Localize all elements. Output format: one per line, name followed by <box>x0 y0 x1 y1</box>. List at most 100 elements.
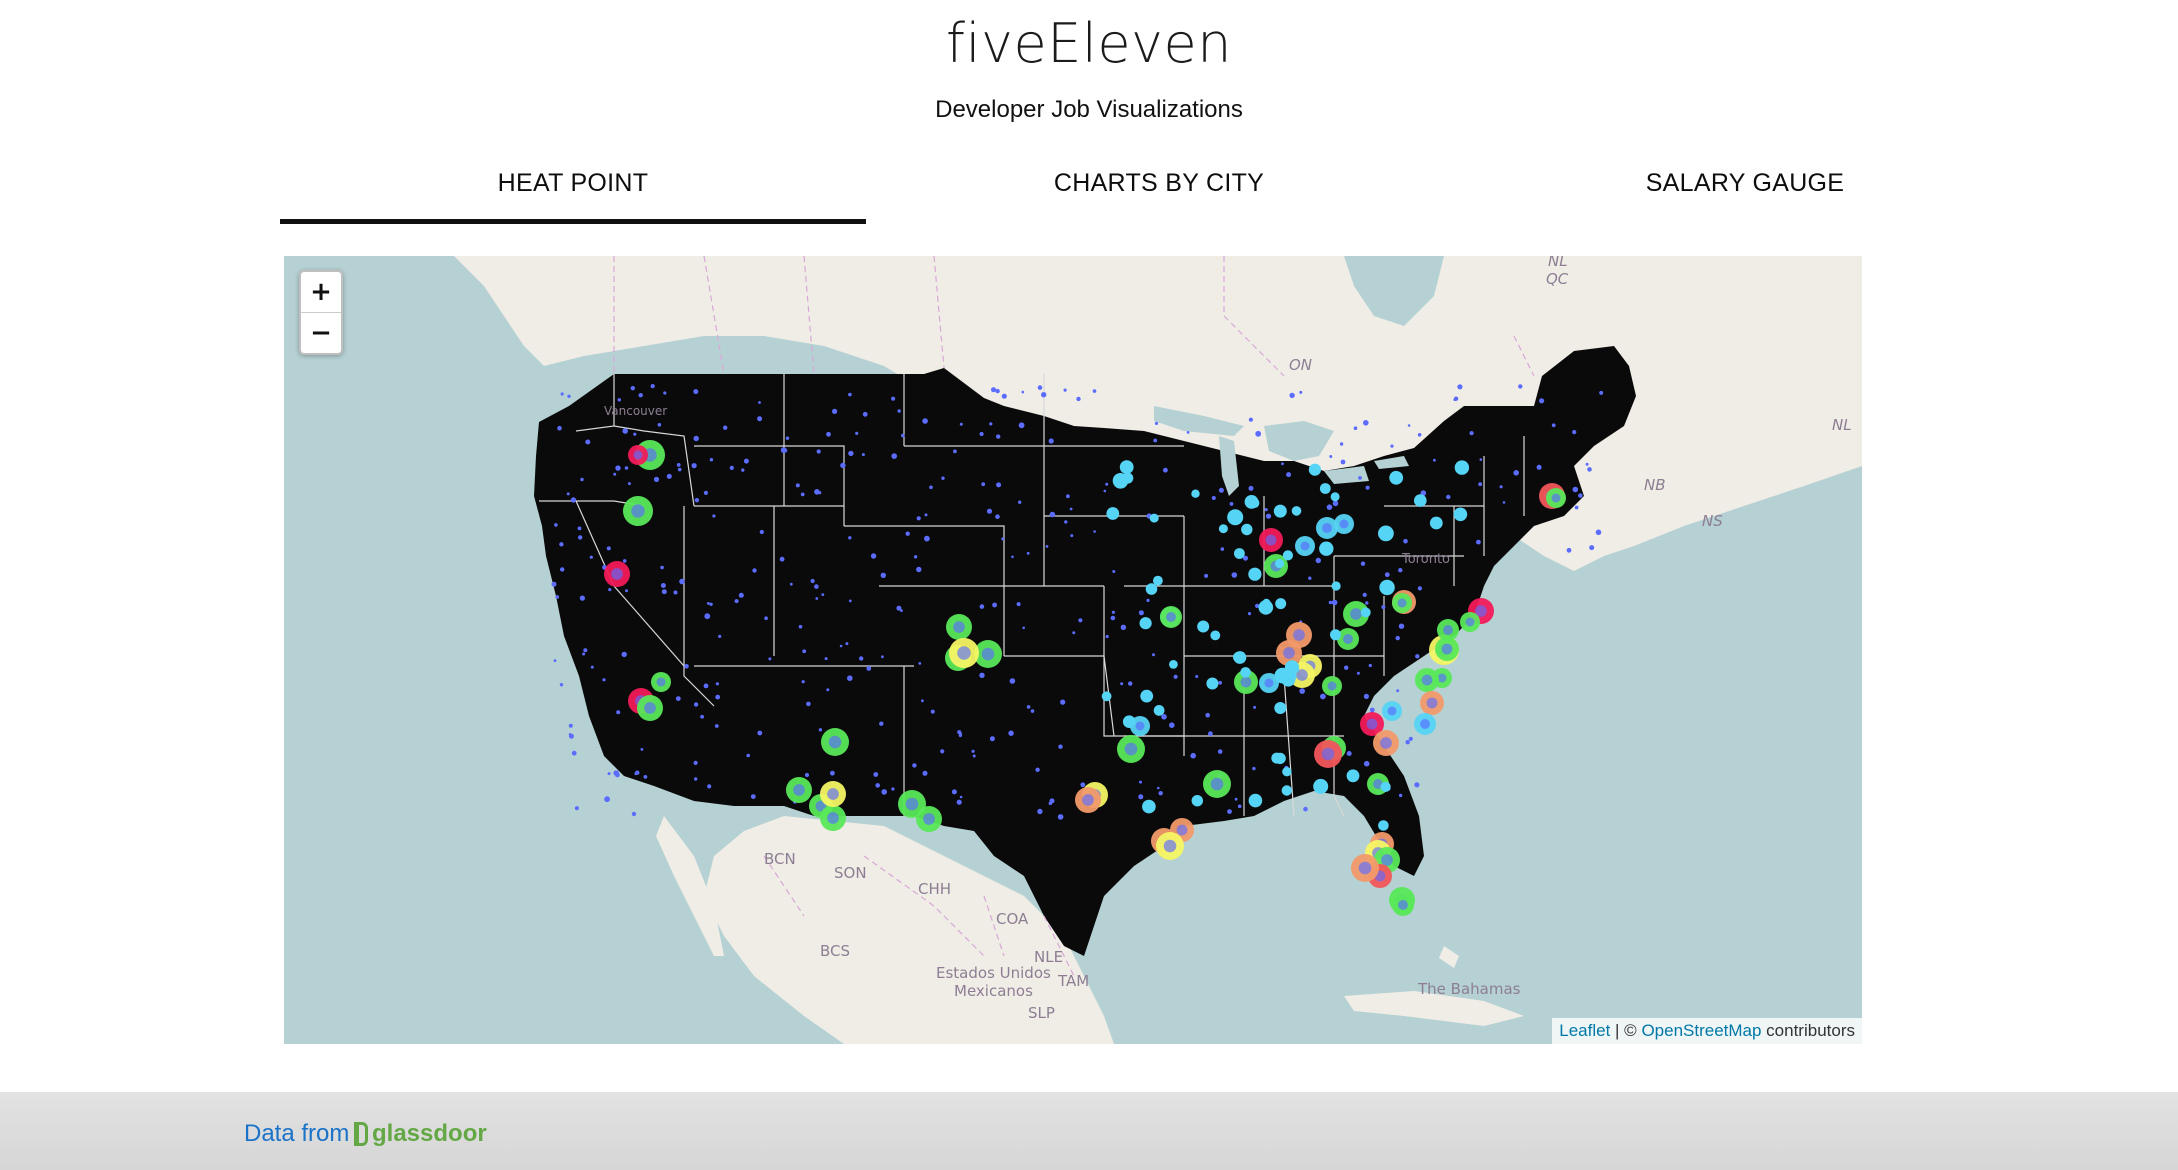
heat-point-small[interactable] <box>1153 705 1165 716</box>
heat-point-small[interactable] <box>1313 778 1329 794</box>
heat-point-small[interactable] <box>1389 470 1404 485</box>
city-dot <box>1365 485 1370 490</box>
heat-point-small[interactable] <box>1234 548 1245 559</box>
heat-point-small[interactable] <box>1106 507 1120 520</box>
heat-point-small[interactable] <box>1191 489 1200 498</box>
city-dot <box>622 559 627 563</box>
heat-point-small[interactable] <box>1274 667 1291 684</box>
heat-point-small[interactable] <box>1153 575 1163 586</box>
city-dot <box>816 449 821 454</box>
heat-point-small[interactable] <box>1319 541 1334 556</box>
heat-point-small[interactable] <box>1149 513 1159 523</box>
tab-charts-by-city[interactable]: CHARTS BY CITY <box>866 150 1452 224</box>
city-dot <box>897 409 901 413</box>
city-dot <box>1574 505 1579 510</box>
city-dot <box>1587 467 1592 472</box>
heat-point-small[interactable] <box>1233 651 1247 664</box>
city-dot <box>992 602 997 608</box>
heat-point-small[interactable] <box>1140 689 1154 703</box>
heat-point-small[interactable] <box>1119 460 1134 474</box>
heat-point-small[interactable] <box>1112 473 1129 489</box>
heat-point-small[interactable] <box>1331 581 1341 591</box>
heat-point-small[interactable] <box>1308 463 1321 476</box>
city-dot <box>684 664 689 669</box>
heat-point-small[interactable] <box>1169 660 1178 669</box>
city-dot <box>957 730 962 735</box>
heat-point-small[interactable] <box>1319 483 1331 494</box>
heat-point-small[interactable] <box>1454 460 1470 475</box>
city-dot <box>1476 539 1481 545</box>
heat-point-small[interactable] <box>1380 781 1391 793</box>
heat-point-core <box>1358 861 1372 875</box>
heat-point-small[interactable] <box>1429 516 1443 530</box>
heat-point-small[interactable] <box>1378 820 1389 831</box>
city-dot <box>1218 680 1222 685</box>
heat-point-small[interactable] <box>1281 785 1292 796</box>
heat-point-small[interactable] <box>1378 525 1394 542</box>
glassdoor-logo[interactable]: glassdoor <box>354 1120 487 1148</box>
heat-point-small[interactable] <box>1139 617 1152 630</box>
heat-point-small[interactable] <box>1273 504 1287 518</box>
city-dot <box>738 592 744 598</box>
city-dot <box>991 387 996 393</box>
heat-point-small[interactable] <box>1379 579 1395 596</box>
city-dot <box>679 578 685 585</box>
heat-point-small[interactable] <box>1218 524 1228 534</box>
city-dot <box>802 649 807 654</box>
city-dot <box>1247 612 1252 616</box>
heat-point-small[interactable] <box>1191 795 1203 807</box>
city-dot <box>1076 396 1081 402</box>
openstreetmap-link[interactable]: OpenStreetMap <box>1641 1021 1761 1040</box>
leaflet-link[interactable]: Leaflet <box>1559 1021 1610 1040</box>
heat-point-small[interactable] <box>1275 558 1285 569</box>
heat-point-small[interactable] <box>1453 507 1468 522</box>
heat-point-small[interactable] <box>1282 767 1292 777</box>
city-dot <box>916 566 922 573</box>
city-dot <box>801 680 805 684</box>
tab-salary-gauge[interactable]: SALARY GAUGE <box>1452 150 2038 224</box>
city-dot <box>1457 384 1463 390</box>
heat-point-small[interactable] <box>1197 620 1210 633</box>
city-dot <box>704 613 711 620</box>
heat-point-small[interactable] <box>1227 509 1244 526</box>
zoom-in-button[interactable]: + <box>301 272 341 312</box>
heat-point-small[interactable] <box>1248 793 1263 808</box>
city-dot <box>845 642 849 646</box>
city-dot <box>855 431 859 435</box>
map-canvas[interactable] <box>284 256 1862 1044</box>
heat-point-small[interactable] <box>1244 495 1259 509</box>
footer: Data from glassdoor <box>0 1092 2178 1170</box>
heat-point-small[interactable] <box>1291 506 1302 516</box>
city-dot <box>1405 740 1410 745</box>
heat-point-small[interactable] <box>1248 567 1262 581</box>
heat-point-small[interactable] <box>1282 550 1293 561</box>
heat-point-small[interactable] <box>1240 667 1251 678</box>
heat-point-small[interactable] <box>1330 492 1340 502</box>
heat-point-small[interactable] <box>1241 523 1253 536</box>
tab-heat-point[interactable]: HEAT POINT <box>280 150 866 224</box>
city-dot <box>1154 421 1159 425</box>
heat-point-small[interactable] <box>1142 799 1156 814</box>
city-dot <box>554 523 558 527</box>
heat-point-small[interactable] <box>1275 598 1287 610</box>
heat-point-small[interactable] <box>1122 715 1136 728</box>
city-dot <box>712 514 716 518</box>
heat-point-small[interactable] <box>1360 607 1371 618</box>
heat-point-core <box>1210 777 1224 791</box>
city-dot <box>905 531 910 536</box>
heat-point-small[interactable] <box>1210 630 1221 641</box>
zoom-out-button[interactable]: − <box>301 312 341 353</box>
heat-point-small[interactable] <box>1262 598 1271 607</box>
heat-point-small[interactable] <box>1346 769 1360 783</box>
heat-point-map[interactable]: NL QC ON Vancouver NL NB NS Toronto BCN … <box>284 256 1862 1044</box>
heat-point-small[interactable] <box>1274 702 1287 714</box>
city-dot <box>1022 626 1025 630</box>
heat-point-small[interactable] <box>1101 691 1112 702</box>
city-dot <box>1237 804 1242 809</box>
heat-point-small[interactable] <box>1271 752 1283 764</box>
heat-point-small[interactable] <box>1414 494 1427 507</box>
heat-point-small[interactable] <box>1330 629 1341 641</box>
city-dot <box>634 772 638 776</box>
heat-point-small[interactable] <box>1145 583 1158 595</box>
heat-point-small[interactable] <box>1206 677 1219 690</box>
